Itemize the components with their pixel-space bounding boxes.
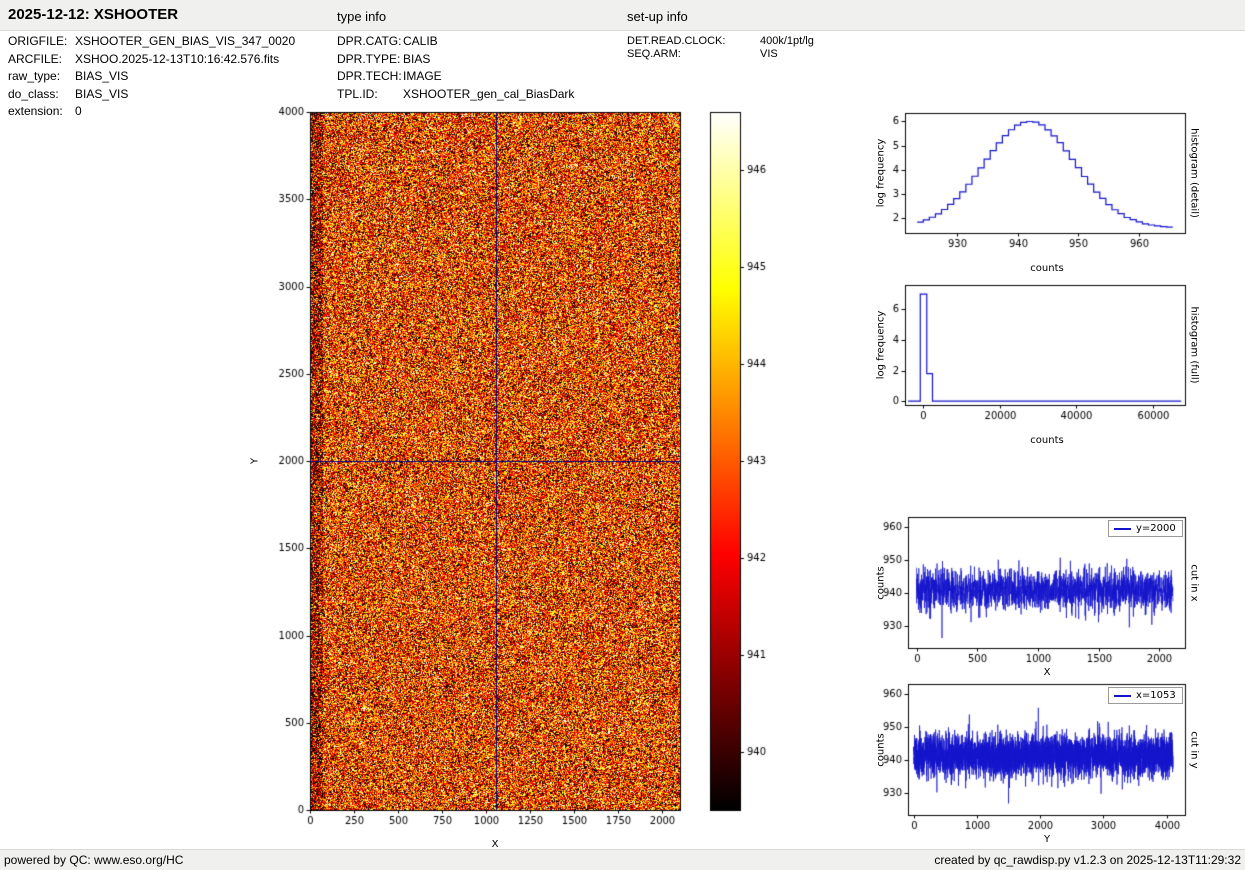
info-row: DPR.TECH:IMAGE <box>337 68 574 86</box>
info-label: DPR.TYPE: <box>337 51 401 66</box>
cut-y-xaxis-title: Y <box>1043 834 1051 845</box>
footer-credit-right: created by qc_rawdisp.py v1.2.3 on 2025-… <box>934 853 1241 867</box>
info-value: BIAS_VIS <box>75 69 129 83</box>
info-row: DET.READ.CLOCK: 400k/1pt/lg <box>627 35 814 48</box>
main-yaxis-title: Y <box>249 457 261 465</box>
hist-detail-side-title: histogram (detail) <box>1188 128 1200 218</box>
info-row: raw_type: BIAS_VIS <box>8 68 295 86</box>
info-row: ORIGFILE: XSHOOTER_GEN_BIAS_VIS_347_0020 <box>8 33 295 51</box>
legend-label: x=1053 <box>1136 690 1176 701</box>
cut-x-legend: y=2000 <box>1108 520 1183 537</box>
cut-y-side-title: cut in y <box>1188 731 1200 769</box>
info-value: 400k/1pt/lg <box>760 35 814 47</box>
page-title: 2025-12-12: XSHOOTER <box>8 6 179 23</box>
info-row: do_class: BIAS_VIS <box>8 86 295 104</box>
info-value: BIAS_VIS <box>75 86 129 101</box>
legend-line-sample <box>1114 527 1131 530</box>
info-row: TPL.ID: XSHOOTER_gen_cal_BiasDark <box>337 86 574 104</box>
file-info-block: ORIGFILE: XSHOOTER_GEN_BIAS_VIS_347_0020 … <box>8 33 295 121</box>
setup-info-block: DET.READ.CLOCK: 400k/1pt/lg SEQ.ARM: VIS <box>627 35 814 60</box>
cut-y-legend: x=1053 <box>1108 687 1183 704</box>
cut-x-xaxis-title: X <box>1043 667 1051 678</box>
info-label: SEQ.ARM: <box>627 47 681 60</box>
info-value: VIS <box>760 47 778 60</box>
info-label: ARCFILE: <box>8 51 63 66</box>
info-label: do_class: <box>8 86 59 101</box>
info-value: XSHOO.2025-12-13T10:16:42.576.fits <box>75 51 280 66</box>
page-footer: powered by QC: www.eso.org/HC created by… <box>0 849 1245 870</box>
hist-detail-xaxis-title: counts <box>1030 263 1064 274</box>
cut-x-side-title: cut in x <box>1188 564 1200 602</box>
hist-full-side-title: histogram (full) <box>1188 306 1200 384</box>
footer-credit-left: powered by QC: www.eso.org/HC <box>4 853 184 867</box>
info-value: IMAGE <box>403 69 442 83</box>
info-label: DPR.TECH: <box>337 69 402 83</box>
info-row: ARCFILE: XSHOO.2025-12-13T10:16:42.576.fi… <box>8 51 295 69</box>
info-value: XSHOOTER_GEN_BIAS_VIS_347_0020 <box>75 34 296 48</box>
info-label: ORIGFILE: <box>8 34 68 48</box>
hist-full-xaxis-title: counts <box>1030 435 1064 446</box>
info-value: XSHOOTER_gen_cal_BiasDark <box>403 86 575 101</box>
legend-label: y=2000 <box>1136 523 1176 534</box>
legend-line-sample <box>1114 694 1131 697</box>
info-row: extension: 0 <box>8 103 295 121</box>
info-label: TPL.ID: <box>337 86 378 101</box>
info-value: BIAS <box>403 51 431 66</box>
hist-full-yaxis-title: log frequency <box>875 310 887 380</box>
info-label: raw_type: <box>8 69 61 83</box>
cut-y-yaxis-title: counts <box>875 733 887 767</box>
info-row: DPR.TYPE: BIAS <box>337 51 574 69</box>
info-label: extension: <box>8 104 63 118</box>
hist-detail-yaxis-title: log frequency <box>875 138 887 208</box>
info-row: DPR.CATG: CALIB <box>337 33 574 51</box>
info-label: DPR.CATG: <box>337 34 402 48</box>
info-row: SEQ.ARM: VIS <box>627 48 814 61</box>
type-info-block: DPR.CATG: CALIB DPR.TYPE: BIAS DPR.TECH:IM… <box>337 33 574 103</box>
setup-info-heading: set-up info <box>627 9 688 24</box>
info-value: CALIB <box>403 34 438 48</box>
info-label: DET.READ.CLOCK: <box>627 35 726 47</box>
page-header: 2025-12-12: XSHOOTER type info set-up in… <box>0 0 1245 31</box>
info-value: 0 <box>75 104 82 118</box>
cut-x-yaxis-title: counts <box>875 566 887 600</box>
type-info-heading: type info <box>337 9 387 24</box>
